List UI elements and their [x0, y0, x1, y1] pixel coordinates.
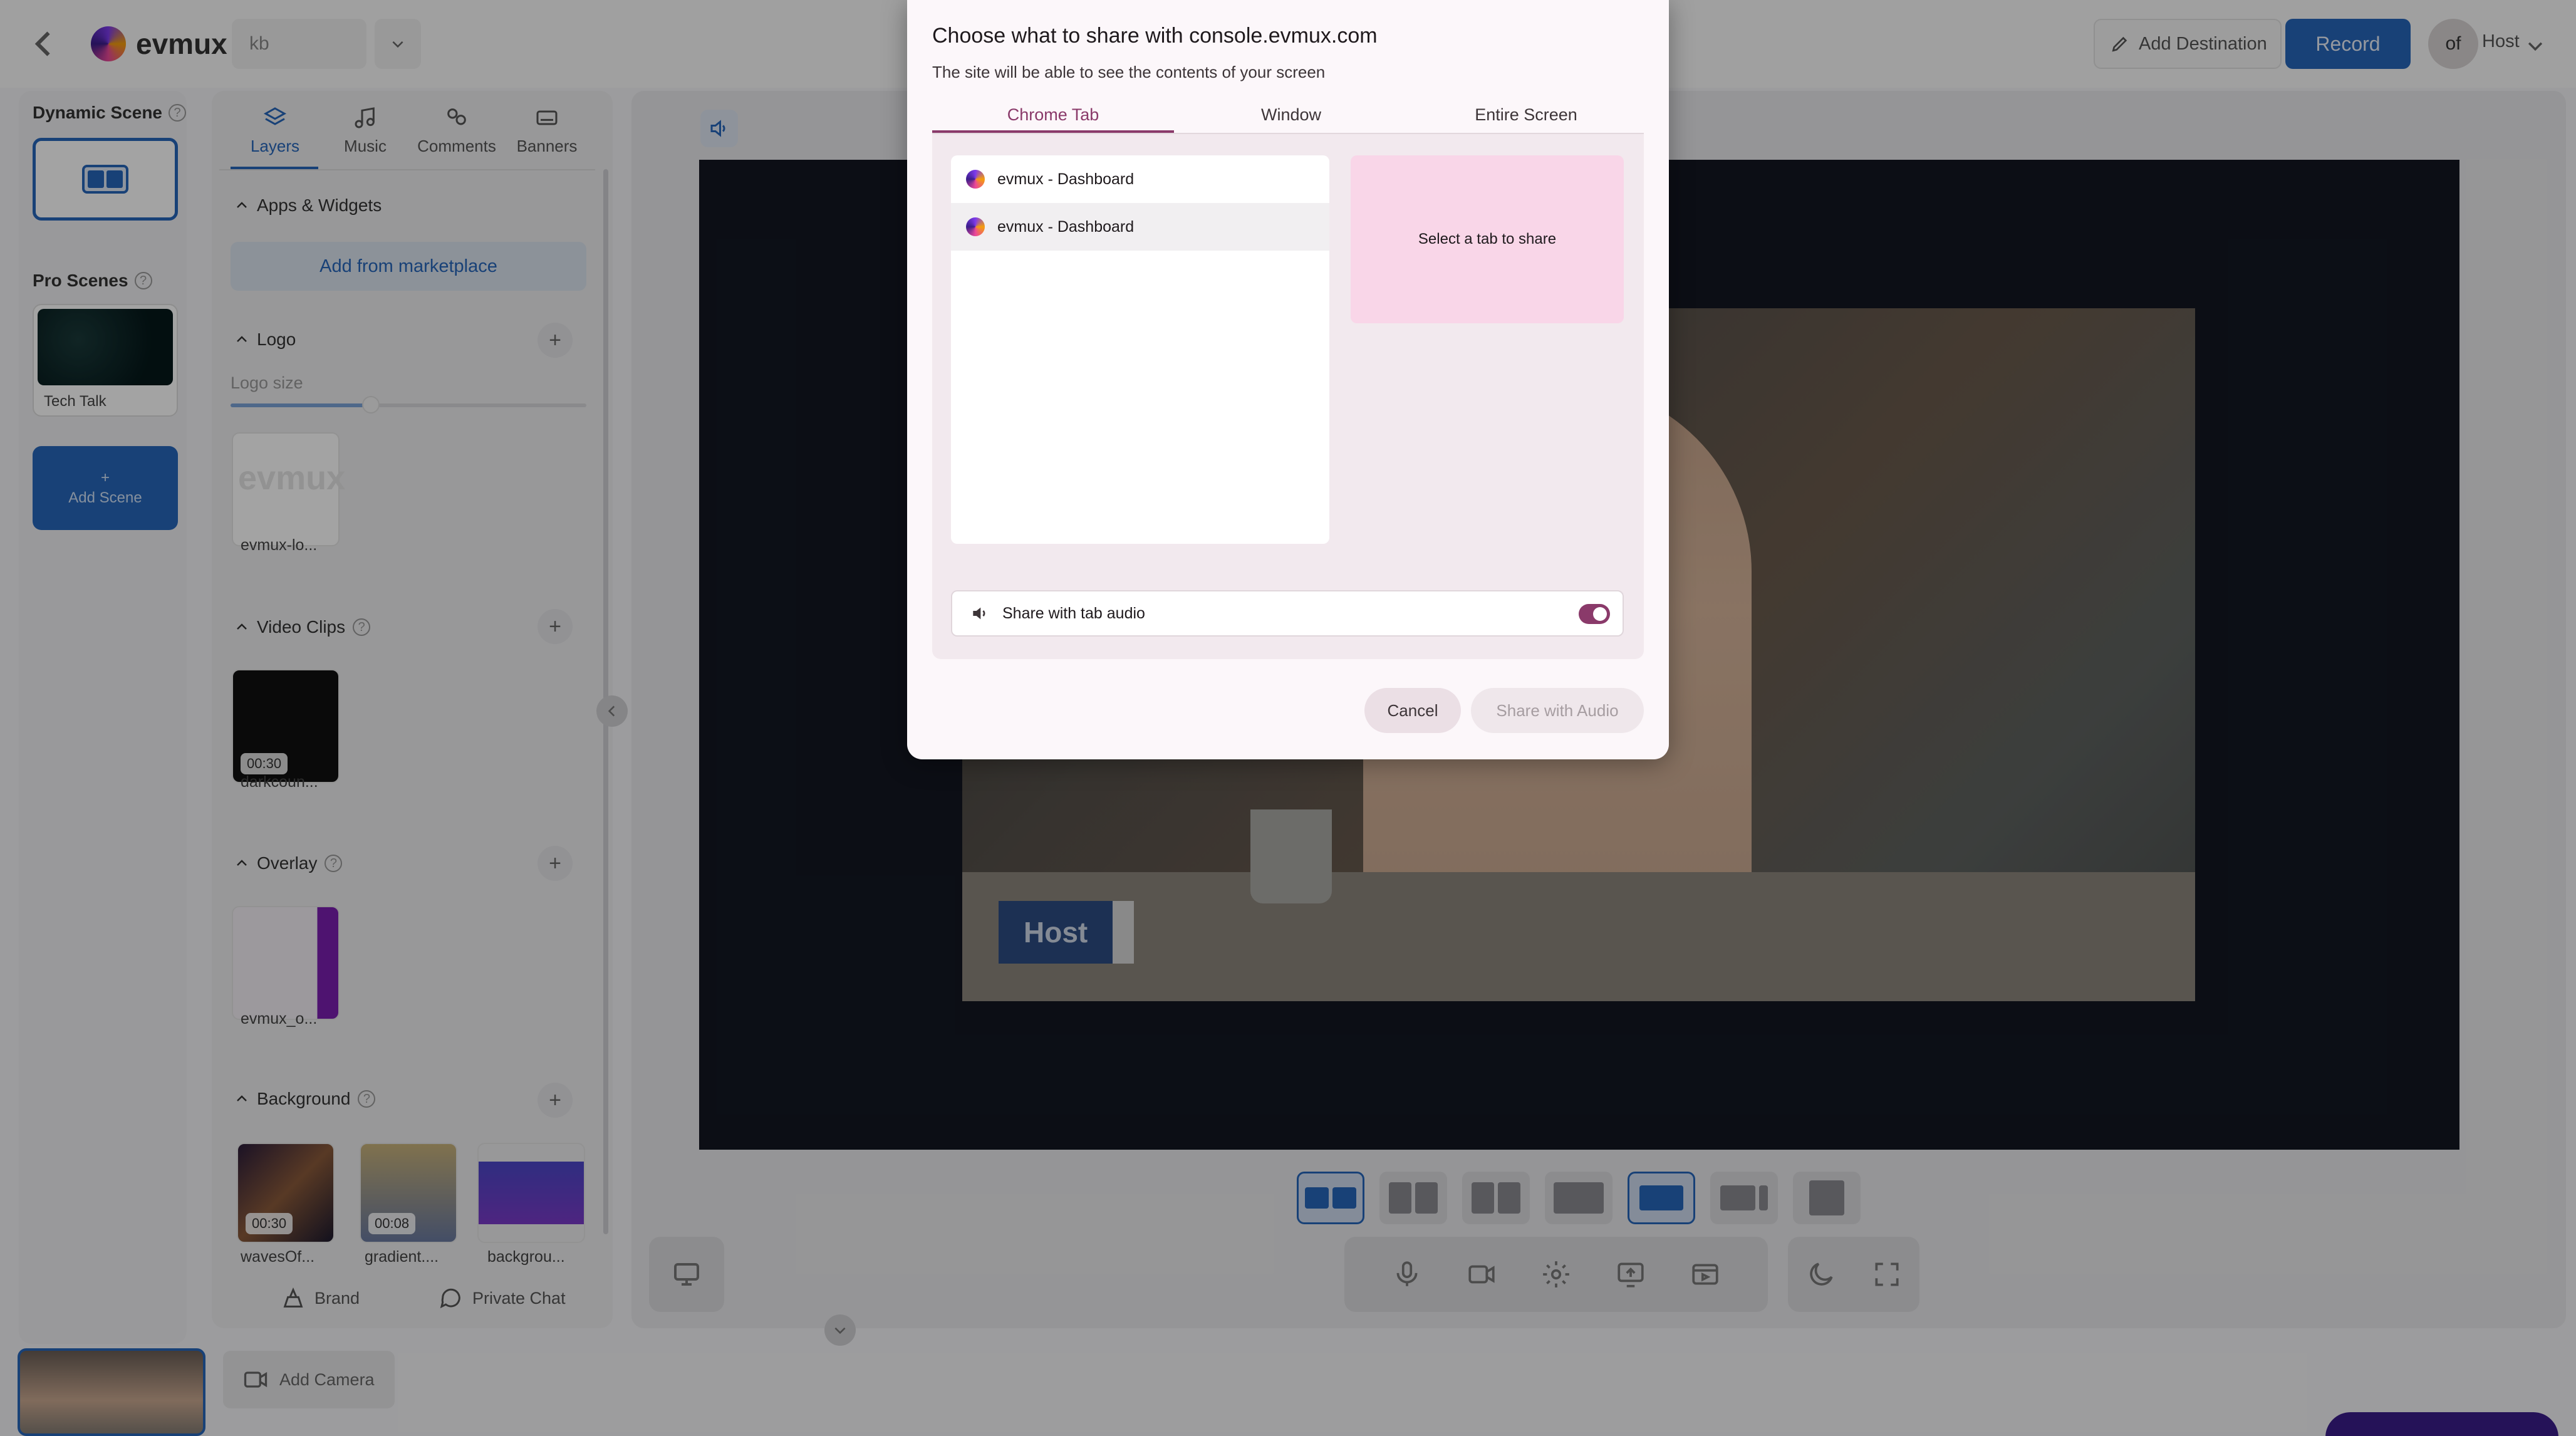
tab-preview: Select a tab to share: [1351, 155, 1624, 323]
share-audio-row[interactable]: Share with tab audio: [951, 590, 1624, 637]
dialog-active-tab-indicator: [932, 130, 1174, 133]
share-with-audio-button[interactable]: Share with Audio: [1471, 688, 1644, 733]
tab-chrome-tab[interactable]: Chrome Tab: [932, 105, 1174, 133]
list-item[interactable]: evmux - Dashboard: [951, 203, 1329, 251]
dialog-title: Choose what to share with console.evmux.…: [932, 24, 1378, 48]
share-audio-toggle[interactable]: [1579, 604, 1610, 624]
share-screen-dialog: Choose what to share with console.evmux.…: [907, 0, 1669, 759]
dialog-subtitle: The site will be able to see the content…: [932, 63, 1326, 81]
share-audio-label: Share with tab audio: [1002, 604, 1145, 622]
chrome-tab-list: evmux - Dashboard evmux - Dashboard: [951, 155, 1329, 544]
list-item[interactable]: evmux - Dashboard: [951, 155, 1329, 203]
evmux-favicon-icon: [966, 170, 985, 189]
tab-window[interactable]: Window: [1174, 105, 1408, 133]
cancel-button[interactable]: Cancel: [1364, 688, 1461, 733]
tab-entire-screen[interactable]: Entire Screen: [1408, 105, 1644, 133]
speaker-icon: [970, 603, 990, 623]
evmux-favicon-icon: [966, 217, 985, 236]
